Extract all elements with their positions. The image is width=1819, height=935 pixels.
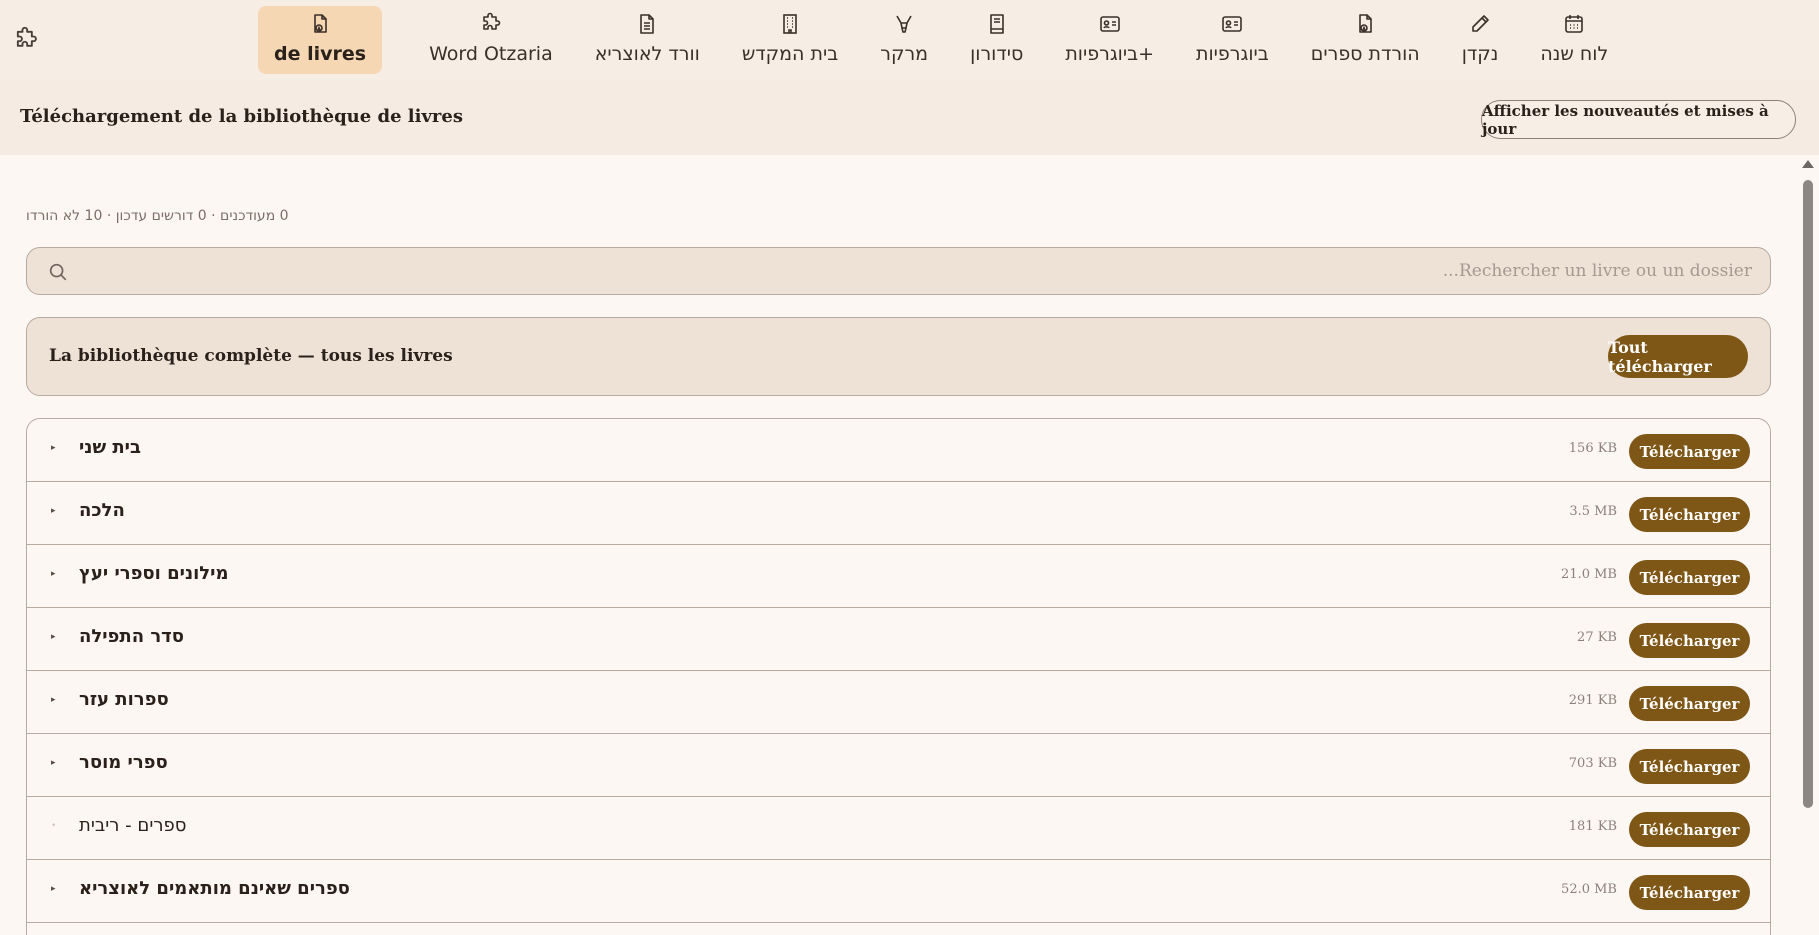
category-name: ספרים - ריבית — [79, 815, 187, 836]
category-size: 181 KB — [1568, 819, 1617, 834]
tab-label: de livres — [274, 43, 367, 65]
top-navigation-bar: de livres Word Otzaria וורד לאוצריא בית … — [0, 0, 1819, 80]
category-name: ספרים שאינם מותאמים לאוצריא — [79, 878, 350, 899]
tab-label: וורד לאוצריא — [594, 43, 700, 65]
tab-biographies[interactable]: ביוגרפיות — [1196, 6, 1269, 74]
download-all-button[interactable]: Tout télécharger — [1608, 335, 1748, 378]
id-card-icon — [1098, 12, 1122, 36]
tab-siddur[interactable]: סידורון — [970, 6, 1023, 74]
download-stats: 0 מעודכנים · 0 דורשים עדכון · 10 לא הורד… — [26, 208, 289, 224]
list-item[interactable]: ▸ ספרות עזר 291 KB Télécharger — [27, 671, 1770, 734]
search-input[interactable] — [87, 248, 1752, 294]
category-size: 3.5 MB — [1569, 504, 1617, 519]
list-item[interactable]: ▸ סדר התפילה 27 KB Télécharger — [27, 608, 1770, 671]
category-name: סדר התפילה — [79, 626, 184, 647]
download-button[interactable]: Télécharger — [1629, 623, 1750, 658]
download-button[interactable]: Télécharger — [1629, 875, 1750, 910]
tab-biographies-plus[interactable]: ביוגרפיות+ — [1065, 6, 1154, 74]
calendar-icon — [1562, 12, 1586, 36]
tab-marker[interactable]: מרקר — [880, 6, 928, 74]
book-icon — [985, 12, 1009, 36]
puzzle-icon — [479, 12, 503, 36]
tab-label: הורדת ספרים — [1310, 43, 1420, 65]
category-name: הלכה — [79, 500, 125, 521]
tab-label: מרקר — [880, 43, 929, 65]
expand-caret-icon[interactable]: ▸ — [51, 758, 56, 768]
file-download-icon — [1353, 12, 1377, 36]
tab-label: נקדן — [1461, 43, 1499, 65]
category-size: 703 KB — [1568, 756, 1617, 771]
category-name: בית שני — [79, 437, 141, 458]
feature-tabs: de livres Word Otzaria וורד לאוצריא בית … — [258, 6, 1629, 74]
list-item[interactable]: ▸ ספרי מוסר 703 KB Télécharger — [27, 734, 1770, 797]
category-size: 52.0 MB — [1561, 882, 1617, 897]
download-button[interactable]: Télécharger — [1629, 812, 1750, 847]
expand-caret-icon[interactable]: ▸ — [51, 695, 56, 705]
tab-label: סידורון — [970, 43, 1024, 65]
category-name: ספרי מוסר — [79, 752, 168, 773]
scroll-up-arrow-icon[interactable] — [1802, 160, 1814, 168]
pencil-icon — [1468, 12, 1492, 36]
tab-calendar[interactable]: לוח שנה — [1540, 6, 1608, 74]
download-button[interactable]: Télécharger — [1629, 749, 1750, 784]
search-icon — [47, 261, 69, 283]
category-size: 27 KB — [1577, 630, 1617, 645]
tab-label: בית המקדש — [741, 43, 839, 65]
document-icon — [635, 12, 659, 36]
download-button[interactable]: Télécharger — [1629, 560, 1750, 595]
show-updates-button[interactable]: Afficher les nouveautés et mises à jour — [1481, 100, 1796, 139]
puzzle-icon[interactable] — [12, 26, 40, 54]
tab-nakdan[interactable]: נקדן — [1461, 6, 1499, 74]
search-bar — [26, 247, 1771, 295]
vertical-scrollbar[interactable] — [1801, 158, 1815, 935]
building-icon — [778, 12, 802, 36]
tab-word-otzaria[interactable]: Word Otzaria — [429, 6, 553, 74]
download-button[interactable]: Télécharger — [1629, 434, 1750, 469]
category-size: 21.0 MB — [1561, 567, 1617, 582]
page-title: Téléchargement de la bibliothèque de liv… — [20, 106, 463, 127]
expand-caret-icon[interactable]: ▸ — [51, 632, 56, 642]
tab-beit-hamikdash[interactable]: בית המקדש — [742, 6, 838, 74]
download-button[interactable]: Télécharger — [1629, 686, 1750, 721]
tab-label: לוח שנה — [1540, 43, 1609, 65]
tab-label: Word Otzaria — [429, 43, 553, 65]
list-item[interactable]: ▸ מילונים וספרי יעץ 21.0 MB Télécharger — [27, 545, 1770, 608]
expand-caret-icon[interactable]: ▸ — [51, 506, 56, 516]
leaf-dot-icon: • — [51, 821, 57, 831]
book-category-list: ▸ בית שני 156 KB Télécharger ▸ הלכה 3.5 … — [26, 418, 1771, 935]
expand-caret-icon[interactable]: ▸ — [51, 443, 56, 453]
category-name: מילונים וספרי יעץ — [79, 563, 229, 584]
tab-label: ביוגרפיות+ — [1065, 43, 1154, 65]
list-item[interactable]: • ספרים - ריבית 181 KB Télécharger — [27, 797, 1770, 860]
file-download-icon — [308, 12, 332, 36]
expand-caret-icon[interactable]: ▸ — [51, 884, 56, 894]
list-item[interactable]: ▸ ספרים שאינם מותאמים לאוצריא 52.0 MB Té… — [27, 860, 1770, 923]
marker-icon — [892, 12, 916, 36]
category-size: 156 KB — [1568, 441, 1617, 456]
tab-book-library[interactable]: de livres — [258, 6, 383, 74]
tab-download-books[interactable]: הורדת ספרים — [1311, 6, 1420, 74]
page-header: Téléchargement de la bibliothèque de liv… — [0, 80, 1819, 155]
list-item[interactable]: ▸ בית שני 156 KB Télécharger — [27, 419, 1770, 482]
tab-label: ביוגרפיות — [1195, 43, 1269, 65]
id-card-icon — [1220, 12, 1244, 36]
full-library-label: La bibliothèque complète — tous les livr… — [49, 346, 453, 366]
expand-caret-icon[interactable]: ▸ — [51, 569, 56, 579]
category-name: ספרות עזר — [79, 689, 169, 710]
full-library-card: La bibliothèque complète — tous les livr… — [26, 317, 1771, 396]
tab-word-lotzaria[interactable]: וורד לאוצריא — [595, 6, 700, 74]
category-size: 291 KB — [1568, 693, 1617, 708]
scroll-thumb[interactable] — [1803, 180, 1813, 808]
list-item[interactable]: ▸ הלכה 3.5 MB Télécharger — [27, 482, 1770, 545]
download-button[interactable]: Télécharger — [1629, 497, 1750, 532]
